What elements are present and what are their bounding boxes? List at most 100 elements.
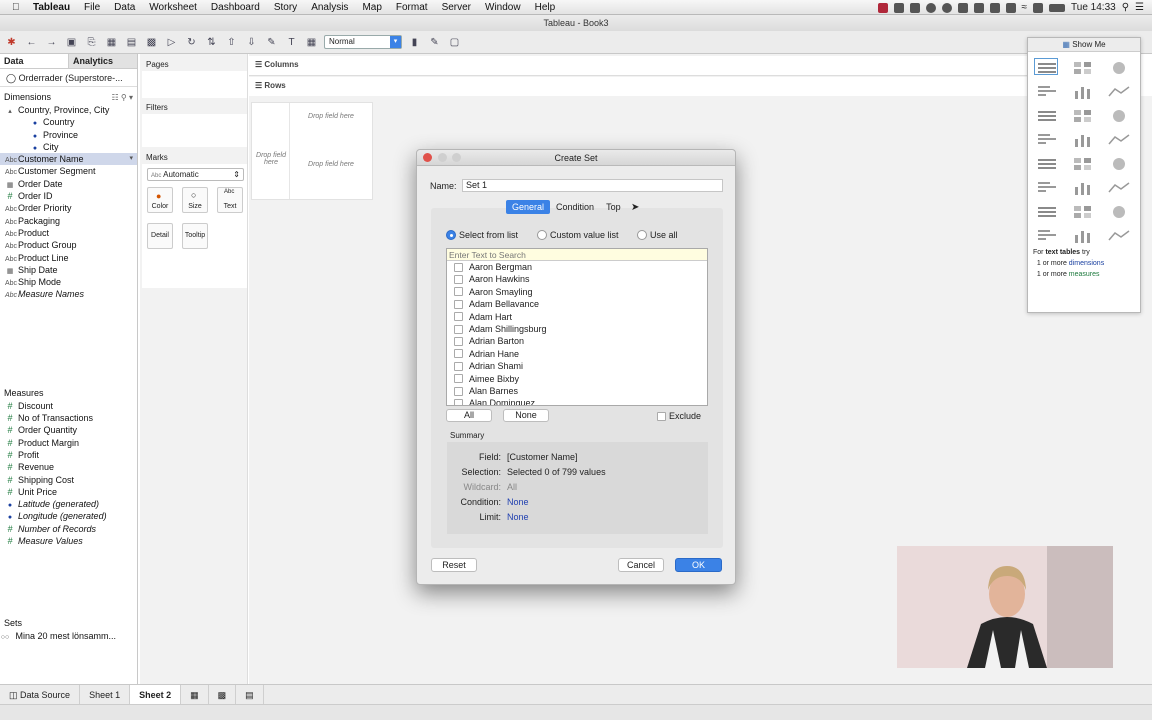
field-item[interactable]: AbcProduct Group	[0, 239, 137, 251]
drop-field-rows[interactable]: Drop field here	[255, 152, 287, 166]
filters-card[interactable]: Filters	[142, 101, 247, 147]
field-item[interactable]: AbcOrder Priority	[0, 202, 137, 214]
zoom-icon[interactable]	[452, 153, 461, 162]
checkbox[interactable]	[454, 337, 463, 347]
values-list[interactable]: Enter Text to Search Aaron Bergman Aaron …	[446, 248, 708, 406]
presentation-icon[interactable]: ▢	[447, 36, 462, 49]
chart-type-side-by-side-bar-icon[interactable]	[1106, 106, 1130, 123]
mark-type-select[interactable]: Abc Automatic ⇕	[147, 168, 244, 181]
field-item[interactable]: AbcCustomer Segment	[0, 165, 137, 177]
field-item[interactable]: AbcProduct Line	[0, 252, 137, 264]
notification-icon[interactable]	[989, 2, 1000, 13]
select-all-button[interactable]: All	[446, 409, 492, 422]
radio-use-all[interactable]: Use all	[637, 230, 678, 240]
field-item[interactable]: # Order ID	[0, 190, 137, 202]
menu-dashboard[interactable]: Dashboard	[204, 2, 267, 13]
label-icon[interactable]: T	[284, 36, 299, 49]
checkbox[interactable]	[454, 287, 463, 297]
field-item[interactable]: ● City	[0, 141, 137, 153]
new-worksheet-icon[interactable]: ▦	[181, 684, 209, 705]
columns-shelf[interactable]: ☰ Columns	[249, 56, 1029, 76]
spotlight-search-icon[interactable]: ⚲	[1122, 2, 1129, 13]
list-item[interactable]: Alan Dominguez	[447, 397, 707, 405]
menu-data[interactable]: Data	[107, 2, 142, 13]
exclude-checkbox[interactable]: Exclude	[657, 411, 701, 421]
new-dashboard-icon[interactable]: ▩	[209, 684, 237, 705]
set-name-field[interactable]: Set 1	[462, 179, 723, 192]
tab-sheet-1[interactable]: Sheet 1	[80, 684, 131, 705]
menu-map[interactable]: Map	[355, 2, 388, 13]
chart-type-box-whisker-icon[interactable]	[1106, 202, 1130, 219]
radio-custom-value-list[interactable]: Custom value list	[537, 230, 619, 240]
chart-type-text-table-icon[interactable]	[1034, 58, 1058, 75]
tab-top[interactable]: Top	[600, 200, 627, 214]
chart-type-area-continuous-icon[interactable]	[1034, 178, 1058, 195]
menu-analysis[interactable]: Analysis	[304, 2, 355, 13]
chart-type-line-discrete-icon[interactable]	[1070, 154, 1094, 171]
checkbox[interactable]	[454, 324, 463, 334]
chart-type-dual-line-icon[interactable]	[1106, 154, 1130, 171]
pages-card[interactable]: Pages	[142, 58, 247, 98]
tab-analytics[interactable]: Analytics	[68, 54, 137, 68]
refresh-icon[interactable]: ↻	[184, 36, 199, 49]
battery-icon[interactable]	[1049, 3, 1066, 12]
checkbox[interactable]	[454, 374, 463, 384]
radio-select-from-list[interactable]: Select from list	[446, 230, 518, 240]
chart-type-gantt-icon[interactable]	[1034, 226, 1058, 243]
rows-shelf[interactable]: ☰ Rows	[249, 77, 1029, 97]
chart-type-filled-map-icon[interactable]	[1070, 82, 1094, 99]
drop-field-body[interactable]: Drop field here	[300, 161, 362, 168]
tab-data[interactable]: Data	[0, 54, 68, 68]
menu-help[interactable]: Help	[528, 2, 563, 13]
list-item[interactable]: Adrian Shami	[447, 360, 707, 372]
field-item[interactable]: # Order Quantity	[0, 424, 137, 436]
list-item[interactable]: Aimee Bixby	[447, 373, 707, 385]
chart-type-histogram-icon[interactable]	[1070, 202, 1094, 219]
detail-button[interactable]: Detail	[147, 223, 173, 249]
notification-center-icon[interactable]: ☰	[1135, 2, 1144, 13]
field-item[interactable]: AbcCustomer Name ▾	[0, 153, 137, 166]
chart-type-packed-bubbles-icon[interactable]	[1106, 226, 1130, 243]
tab-data-source[interactable]: ◫ Data Source	[0, 684, 81, 705]
fit-icon[interactable]: ▦	[304, 36, 319, 49]
search-input[interactable]: Enter Text to Search	[447, 249, 707, 261]
chevron-down-icon[interactable]: ▾	[129, 153, 133, 165]
list-item[interactable]: Adam Shillingsburg	[447, 323, 707, 335]
checkbox[interactable]	[454, 386, 463, 396]
list-item[interactable]: Aaron Bergman	[447, 261, 707, 273]
list-item[interactable]: Adrian Barton	[447, 335, 707, 347]
menu-story[interactable]: Story	[267, 2, 304, 13]
chart-type-line-continuous-icon[interactable]	[1034, 154, 1058, 171]
fit-size-select[interactable]: Normal ▾	[324, 35, 402, 49]
back-icon[interactable]: ←	[24, 36, 39, 49]
field-item[interactable]: AbcMeasure Names	[0, 288, 137, 300]
chart-type-highlight-table-icon[interactable]	[1106, 58, 1130, 75]
field-item[interactable]: AbcPackaging	[0, 215, 137, 227]
swap-icon[interactable]: ⇅	[204, 36, 219, 49]
sort-descending-icon[interactable]: ⇩	[244, 36, 259, 49]
list-item[interactable]: Aaron Smayling	[447, 286, 707, 298]
tab-condition[interactable]: Condition	[550, 200, 600, 214]
field-item[interactable]: # Unit Price	[0, 486, 137, 498]
field-item[interactable]: AbcShip Mode	[0, 276, 137, 288]
checkbox[interactable]	[454, 275, 463, 285]
color-button[interactable]: ● Color	[147, 187, 173, 213]
text-button[interactable]: Abc Text	[217, 187, 243, 213]
chart-type-bullet-icon[interactable]	[1070, 226, 1094, 243]
menu-format[interactable]: Format	[389, 2, 435, 13]
field-item[interactable]: ▦ Order Date	[0, 178, 137, 190]
status-icon[interactable]	[909, 2, 920, 13]
menu-file[interactable]: File	[77, 2, 107, 13]
list-item[interactable]: Adrian Hane	[447, 348, 707, 360]
field-item[interactable]: # Profit	[0, 449, 137, 461]
show-me-header[interactable]: ▦ Show Me	[1028, 38, 1140, 52]
field-item[interactable]: ● Latitude (generated)	[0, 498, 137, 510]
sort-ascending-icon[interactable]: ⇧	[224, 36, 239, 49]
menu-worksheet[interactable]: Worksheet	[142, 2, 204, 13]
field-item[interactable]: # Number of Records	[0, 523, 137, 535]
field-item[interactable]: # Discount	[0, 400, 137, 412]
field-item[interactable]: # Product Margin	[0, 437, 137, 449]
app-status-icon[interactable]	[877, 2, 888, 13]
summary-condition-value[interactable]: None	[507, 497, 529, 507]
chart-type-horizontal-bar-icon[interactable]	[1034, 106, 1058, 123]
